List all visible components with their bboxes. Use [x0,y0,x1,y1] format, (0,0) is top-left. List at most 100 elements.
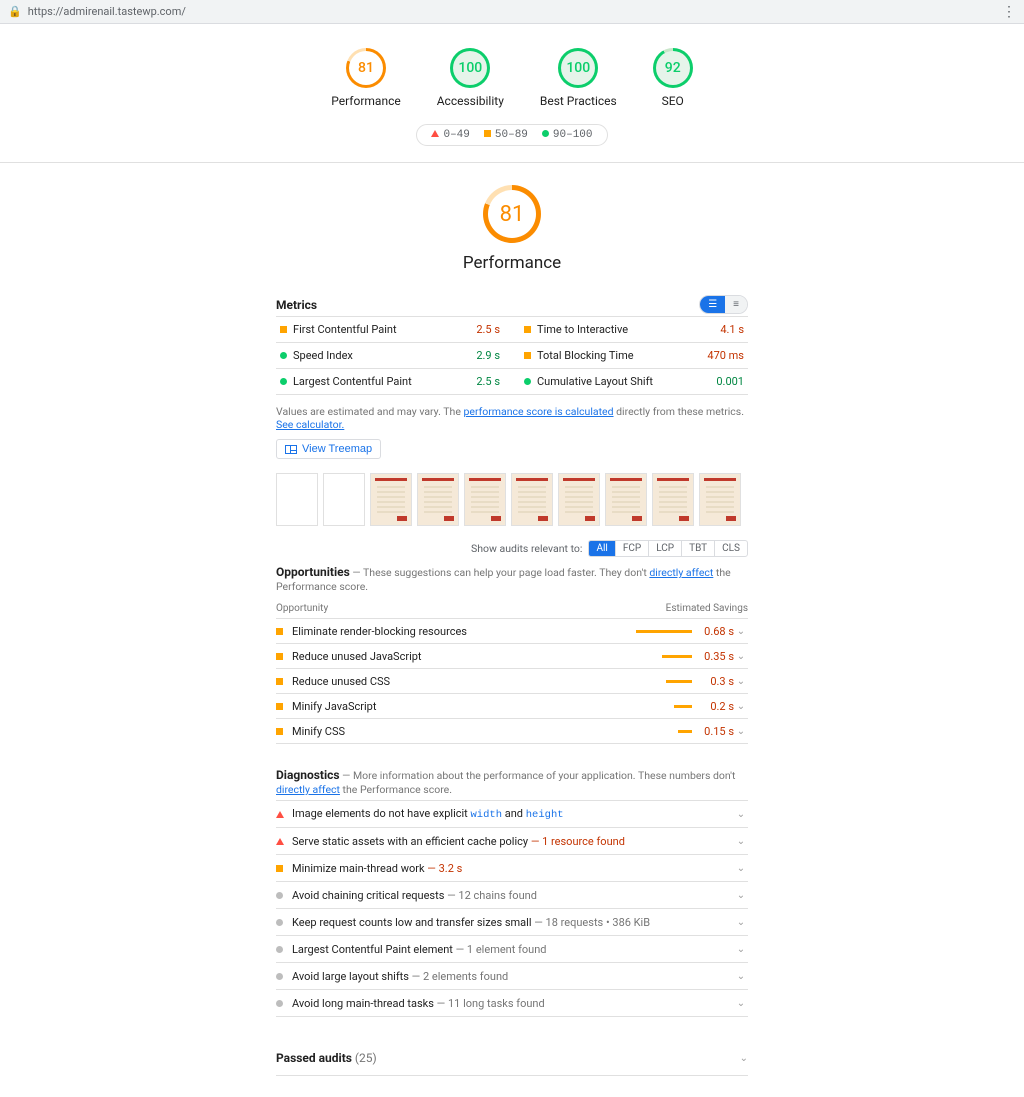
circle-grey-icon [276,919,283,926]
diagnostic-row[interactable]: Avoid chaining critical requests — 12 ch… [276,882,748,909]
diagnostic-row[interactable]: Avoid large layout shifts — 2 elements f… [276,963,748,990]
diagnostic-row[interactable]: Largest Contentful Paint element — 1 ele… [276,936,748,963]
triangle-red-icon [431,130,439,137]
filter-tbt[interactable]: TBT [681,541,714,556]
chevron-down-icon: ⌄ [734,863,748,874]
metric-largest-contentful-paint: Largest Contentful Paint2.5 s [276,369,512,395]
toggle-expand-icon[interactable]: ☰ [700,296,725,313]
triangle-red-icon [276,811,284,818]
metrics-view-toggle[interactable]: ☰ ≡ [699,295,748,314]
circle-grey-icon [276,1000,283,1007]
square-orange-icon [276,678,283,685]
filmstrip-thumb[interactable] [276,473,318,526]
legend-poor: 0–49 [443,129,469,141]
chevron-down-icon: ⌄ [734,676,748,687]
view-treemap-button[interactable]: View Treemap [276,439,381,459]
gauge-performance[interactable]: 81Performance [331,48,400,108]
metric-status-icon [280,326,287,333]
filter-fcp[interactable]: FCP [615,541,648,556]
more-icon[interactable]: ⋮ [1002,5,1016,19]
filmstrip-thumb[interactable] [417,473,459,526]
opps-directly-affect-link[interactable]: directly affect [649,566,713,579]
chevron-down-icon: ⌄ [734,701,748,712]
gauge-accessibility[interactable]: 100Accessibility [437,48,504,108]
chevron-down-icon: ⌄ [734,836,748,847]
diagnostic-row[interactable]: Keep request counts low and transfer siz… [276,909,748,936]
filter-lcp[interactable]: LCP [648,541,681,556]
triangle-red-icon [276,838,284,845]
filmstrip-thumb[interactable] [370,473,412,526]
opp-col-name: Opportunity [276,603,328,614]
metric-status-icon [524,378,531,385]
diagnostic-row[interactable]: Avoid long main-thread tasks — 11 long t… [276,990,748,1017]
metric-time-to-interactive: Time to Interactive4.1 s [512,317,748,343]
metric-status-icon [524,326,531,333]
square-orange-icon [276,653,283,660]
toggle-collapse-icon[interactable]: ≡ [725,296,747,313]
gauge-seo[interactable]: 92SEO [653,48,693,108]
chevron-down-icon: ⌄ [734,726,748,737]
diagnostic-row[interactable]: Serve static assets with an efficient ca… [276,828,748,855]
filmstrip [276,473,748,526]
metric-first-contentful-paint: First Contentful Paint2.5 s [276,317,512,343]
treemap-icon [285,445,297,454]
filmstrip-thumb[interactable] [511,473,553,526]
filmstrip-thumb[interactable] [652,473,694,526]
score-legend: 0–49 50–89 90–100 [416,124,607,146]
filter-label: Show audits relevant to: [471,542,582,555]
diagnostic-row[interactable]: Minimize main-thread work — 3.2 s⌄ [276,855,748,882]
opportunities-heading: Opportunities — These suggestions can he… [276,565,748,593]
diagnostics-heading: Diagnostics — More information about the… [276,768,748,796]
metric-status-icon [280,352,287,359]
metric-status-icon [524,352,531,359]
chevron-down-icon: ⌄ [734,809,748,820]
chevron-down-icon: ⌄ [740,1053,748,1064]
see-calculator-link[interactable]: See calculator. [276,418,344,431]
circle-green-icon [542,130,549,137]
score-gauges: 81Performance 100Accessibility 100Best Pra… [0,24,1024,114]
metric-total-blocking-time: Total Blocking Time470 ms [512,343,748,369]
filmstrip-thumb[interactable] [605,473,647,526]
square-orange-icon [276,865,283,872]
legend-good: 90–100 [553,129,593,141]
legend-mid: 50–89 [495,129,528,141]
gauge-best-practices[interactable]: 100Best Practices [540,48,617,108]
opportunity-row[interactable]: Minify CSS0.15 s⌄ [276,719,748,744]
chevron-down-icon: ⌄ [734,971,748,982]
filmstrip-thumb[interactable] [699,473,741,526]
chevron-down-icon: ⌄ [734,651,748,662]
opp-col-savings: Estimated Savings [666,603,748,614]
passed-audits-toggle[interactable]: Passed audits (25) ⌄ [276,1041,748,1076]
circle-grey-icon [276,892,283,899]
square-orange-icon [276,728,283,735]
filmstrip-thumb[interactable] [323,473,365,526]
metrics-heading: Metrics [276,298,317,312]
opportunity-row[interactable]: Minify JavaScript0.2 s⌄ [276,694,748,719]
metric-status-icon [280,378,287,385]
filter-all[interactable]: All [589,541,614,556]
diag-directly-affect-link[interactable]: directly affect [276,783,340,796]
filmstrip-thumb[interactable] [558,473,600,526]
metrics-note: Values are estimated and may vary. The p… [276,405,748,431]
opportunity-row[interactable]: Reduce unused JavaScript0.35 s⌄ [276,644,748,669]
chevron-down-icon: ⌄ [734,890,748,901]
metrics-grid: First Contentful Paint2.5 sTime to Inter… [276,316,748,395]
score-calc-link[interactable]: performance score is calculated [464,405,614,418]
chevron-down-icon: ⌄ [734,944,748,955]
square-orange-icon [276,628,283,635]
page-url: https://admirenail.tastewp.com/ [28,5,186,18]
opportunity-row[interactable]: Eliminate render-blocking resources0.68 … [276,619,748,644]
diagnostic-row[interactable]: Image elements do not have explicit widt… [276,801,748,828]
square-orange-icon [276,703,283,710]
chevron-down-icon: ⌄ [734,998,748,1009]
treemap-label: View Treemap [302,443,372,455]
filmstrip-thumb[interactable] [464,473,506,526]
opportunity-row[interactable]: Reduce unused CSS0.3 s⌄ [276,669,748,694]
square-orange-icon [484,130,491,137]
filter-cls[interactable]: CLS [714,541,747,556]
circle-grey-icon [276,946,283,953]
metric-cumulative-layout-shift: Cumulative Layout Shift0.001 [512,369,748,395]
performance-title: Performance [463,253,561,273]
url-bar: 🔒 https://admirenail.tastewp.com/ ⋮ [0,0,1024,24]
lock-icon: 🔒 [8,5,22,18]
